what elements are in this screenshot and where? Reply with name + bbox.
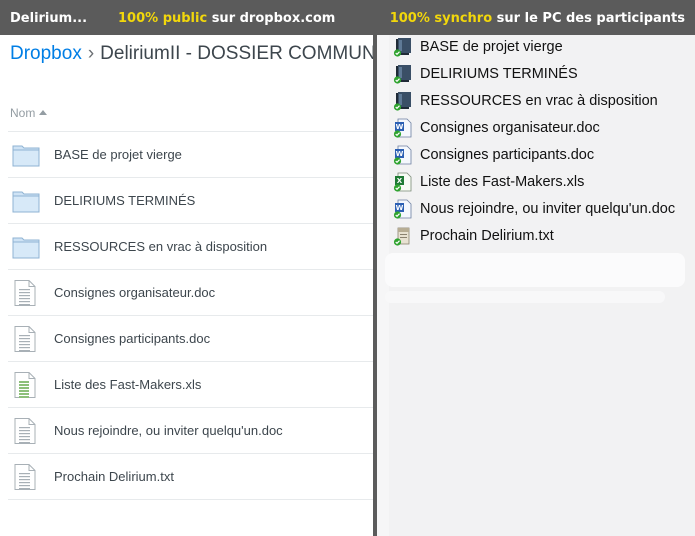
svg-text:W: W xyxy=(396,123,404,131)
file-row[interactable]: Liste des Fast-Makers.xls xyxy=(8,362,373,408)
synced-folder-icon xyxy=(393,37,413,57)
synced-spreadsheet-icon: X xyxy=(393,172,413,192)
folder-icon xyxy=(12,234,40,260)
explorer-item-name[interactable]: Consignes organisateur.doc xyxy=(420,120,600,136)
file-name[interactable]: Consignes organisateur.doc xyxy=(54,285,215,300)
explorer-item-name[interactable]: Consignes participants.doc xyxy=(420,147,594,163)
synced-text-file-icon xyxy=(393,226,413,246)
svg-text:X: X xyxy=(397,177,403,185)
breadcrumb-current-folder: DeliriumII - DOSSIER COMMUN xyxy=(100,43,373,64)
file-name[interactable]: BASE de projet vierge xyxy=(54,147,182,162)
svg-text:W: W xyxy=(396,150,404,158)
file-row[interactable]: DELIRIUMS TERMINÉS xyxy=(8,178,373,224)
synced-folder-icon xyxy=(393,64,413,84)
banner-public-highlight: 100% public xyxy=(118,11,208,26)
synced-word-document-icon: W xyxy=(393,145,413,165)
banner-public-rest: sur dropbox.com xyxy=(207,11,336,26)
file-row[interactable]: RESSOURCES en vrac à disposition xyxy=(8,224,373,270)
file-name[interactable]: Liste des Fast-Makers.xls xyxy=(54,377,201,392)
dropbox-web-pane: Dropbox › DeliriumII - DOSSIER COMMUN Nom … xyxy=(0,35,373,536)
banner-public-caption: 100% public sur dropbox.com xyxy=(118,11,335,26)
breadcrumb-separator: › xyxy=(87,43,95,64)
svg-text:W: W xyxy=(396,204,404,212)
explorer-item-name[interactable]: Liste des Fast-Makers.xls xyxy=(420,174,584,190)
explorer-item-name[interactable]: DELIRIUMS TERMINÉS xyxy=(420,66,578,82)
file-list: BASE de projet vierge DELIRIUMS TERMINÉS R… xyxy=(8,131,373,500)
breadcrumb-root-link[interactable]: Dropbox xyxy=(10,43,82,64)
explorer-item-name[interactable]: Prochain Delirium.txt xyxy=(420,228,554,244)
sort-ascending-icon xyxy=(39,110,48,115)
folder-icon xyxy=(12,188,40,214)
file-name[interactable]: RESSOURCES en vrac à disposition xyxy=(54,239,267,254)
explorer-pane: BASE de projet vierge DELIRIUMS TERMINÉS R… xyxy=(377,35,695,536)
spreadsheet-file-icon xyxy=(12,372,40,398)
document-file-icon xyxy=(12,326,40,352)
document-file-icon xyxy=(12,280,40,306)
banner-sync-highlight: 100% synchro xyxy=(389,11,493,26)
synced-word-document-icon: W xyxy=(393,199,413,219)
file-name[interactable]: Consignes participants.doc xyxy=(54,331,210,346)
file-name[interactable]: Prochain Delirium.txt xyxy=(54,469,174,484)
file-row[interactable]: Consignes organisateur.doc xyxy=(8,270,373,316)
file-row[interactable]: Prochain Delirium.txt xyxy=(8,454,373,500)
blurred-area-small xyxy=(385,291,665,303)
explorer-item-name[interactable]: Nous rejoindre, ou inviter quelqu'un.doc xyxy=(420,201,675,217)
file-row[interactable]: BASE de projet vierge xyxy=(8,132,373,178)
column-header-label: Nom xyxy=(10,106,36,120)
explorer-item-name[interactable]: BASE de projet vierge xyxy=(420,39,563,55)
document-file-icon xyxy=(12,418,40,444)
top-banner: Delirium... 100% public sur dropbox.com … xyxy=(0,0,695,35)
banner-sync-caption: 100% synchro sur le PC des participants xyxy=(390,11,685,26)
breadcrumb: Dropbox › DeliriumII - DOSSIER COMMUN xyxy=(10,43,373,65)
blurred-area xyxy=(385,253,685,287)
file-row[interactable]: Consignes participants.doc xyxy=(8,316,373,362)
banner-title: Delirium... xyxy=(10,11,88,26)
explorer-item-name[interactable]: RESSOURCES en vrac à disposition xyxy=(420,93,658,109)
synced-folder-icon xyxy=(393,91,413,111)
column-header-name[interactable]: Nom xyxy=(10,106,48,120)
folder-icon xyxy=(12,142,40,168)
file-name[interactable]: DELIRIUMS TERMINÉS xyxy=(54,193,195,208)
synced-word-document-icon: W xyxy=(393,118,413,138)
banner-sync-rest: sur le PC des participants xyxy=(492,11,685,26)
file-row[interactable]: Nous rejoindre, ou inviter quelqu'un.doc xyxy=(8,408,373,454)
file-name[interactable]: Nous rejoindre, ou inviter quelqu'un.doc xyxy=(54,423,283,438)
text-file-icon xyxy=(12,464,40,490)
